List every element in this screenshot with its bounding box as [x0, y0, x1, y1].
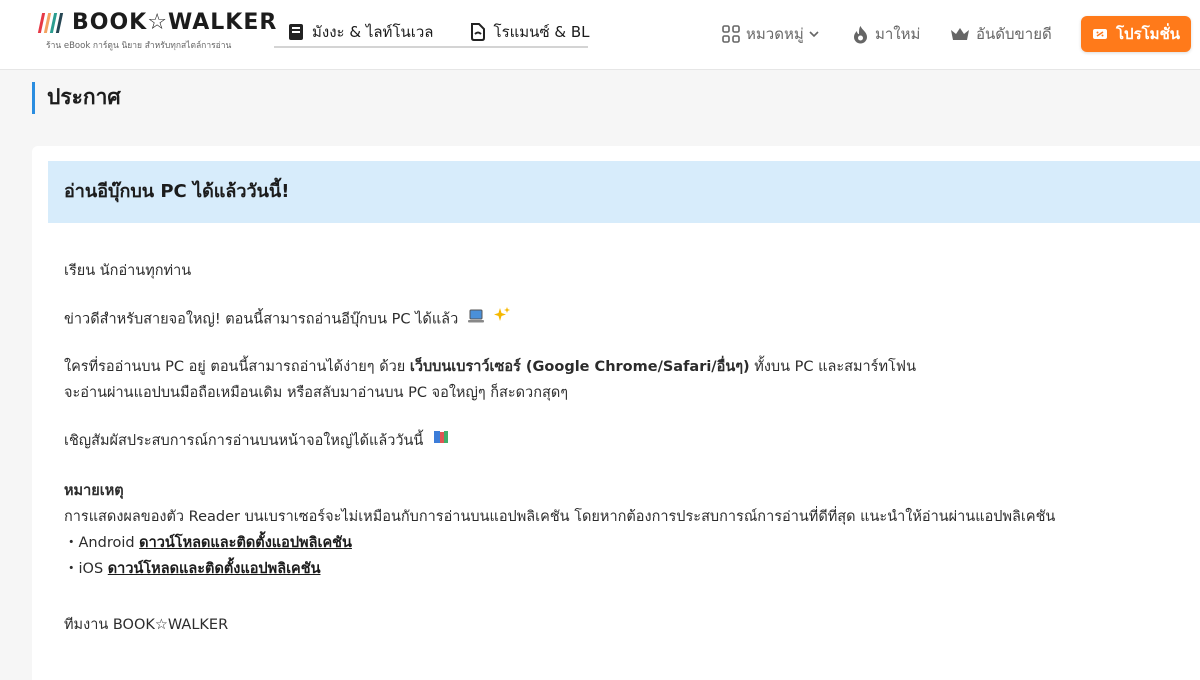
nav-label: อันดับขายดี: [976, 25, 1052, 43]
invite-text: เชิญสัมผัสประสบการณ์การอ่านบนหน้าจอใหญ่ไ…: [64, 433, 424, 449]
site-header: BOOK☆WALKER ร้าน eBook การ์ตูน นิยาย สำห…: [0, 0, 1200, 70]
android-line: ・Android ดาวน์โหลดและติดตั้งแอปพลิเคชัน: [64, 530, 1055, 556]
browser-paragraph-line-1: ใครที่รออ่านบน PC อยู่ ตอนนี้สามารถอ่านไ…: [64, 354, 916, 380]
announcement-title: อ่านอีบุ๊กบน PC ได้แล้ววันนี้!: [64, 181, 290, 202]
browser-text: ใครที่รออ่านบน PC อยู่ ตอนนี้สามารถอ่านไ…: [64, 359, 410, 375]
announcement-header: อ่านอีบุ๊กบน PC ได้แล้ววันนี้!: [48, 161, 1200, 223]
book-icon: [288, 23, 304, 41]
category-tabs: มังงะ & ไลท์โนเวล โรแมนซ์ & BL: [274, 18, 590, 48]
tab-manga-light-novel[interactable]: มังงะ & ไลท์โนเวล: [288, 18, 434, 46]
signature-text: ทีมงาน BOOK☆WALKER: [64, 617, 229, 633]
nav-ranking[interactable]: อันดับขายดี: [950, 22, 1052, 46]
note-title: หมายเหตุ: [64, 483, 124, 499]
laptop-emoji-icon: [467, 307, 485, 333]
intro-text: ข่าวดีสำหรับสายจอใหญ่! ตอนนี้สามารถอ่านอ…: [64, 311, 459, 328]
note-text: การแสดงผลของตัว Reader บนเบราเซอร์จะไม่เ…: [64, 509, 1056, 525]
announcement-card: อ่านอีบุ๊กบน PC ได้แล้ววันนี้! เรียน นัก…: [32, 146, 1200, 680]
logo-text: BOOK☆WALKER: [72, 10, 278, 35]
invite-paragraph: เชิญสัมผัสประสบการณ์การอ่านบนหน้าจอใหญ่ไ…: [64, 428, 450, 454]
nav-categories[interactable]: หมวดหมู่: [722, 22, 819, 46]
browser-paragraph-line-2: จะอ่านผ่านแอปบนมือถือเหมือนเดิม หรือสลับ…: [64, 385, 569, 401]
intro-paragraph: ข่าวดีสำหรับสายจอใหญ่! ตอนนี้สามารถอ่านอ…: [64, 306, 511, 332]
crown-icon: [950, 26, 970, 42]
tab-label: มังงะ & ไลท์โนเวล: [312, 23, 434, 41]
nav-label: มาใหม่: [875, 25, 921, 43]
tab-romance-bl[interactable]: โรแมนซ์ & BL: [470, 18, 590, 46]
ios-line: ・iOS ดาวน์โหลดและติดตั้งแอปพลิเคชัน: [64, 556, 1055, 582]
ticket-icon: [1092, 27, 1108, 41]
nav-new[interactable]: มาใหม่: [852, 22, 920, 46]
nav-label: หมวดหมู่: [746, 25, 804, 43]
android-label: ・Android: [64, 535, 140, 551]
romance-bookmark-icon: [470, 23, 486, 41]
greeting-text: เรียน นักอ่านทุกท่าน: [64, 263, 192, 279]
sparkles-emoji-icon: [493, 306, 511, 333]
chevron-down-icon: [809, 30, 819, 38]
tab-label: โรแมนซ์ & BL: [493, 23, 590, 41]
books-emoji-icon: [432, 428, 450, 454]
page-title: ประกาศ: [32, 82, 121, 114]
flame-icon: [852, 25, 869, 44]
browser-highlight: เว็บบนเบราว์เซอร์ (Google Chrome/Safari/…: [409, 359, 750, 375]
promotion-label: โปรโมชั่น: [1115, 25, 1180, 43]
ios-label: ・iOS: [64, 561, 108, 577]
promotion-button[interactable]: โปรโมชั่น: [1081, 16, 1191, 52]
android-download-link[interactable]: ดาวน์โหลดและติดตั้งแอปพลิเคชัน: [139, 535, 352, 551]
ios-download-link[interactable]: ดาวน์โหลดและติดตั้งแอปพลิเคชัน: [108, 561, 321, 577]
grid-icon: [722, 25, 740, 43]
site-logo[interactable]: BOOK☆WALKER ร้าน eBook การ์ตูน นิยาย สำห…: [37, 10, 278, 52]
logo-bars-icon: [37, 13, 64, 33]
browser-text-end: ทั้งบน PC และสมาร์ทโฟน: [749, 359, 916, 375]
logo-tagline: ร้าน eBook การ์ตูน นิยาย สำหรับทุกสไตล์ก…: [46, 41, 232, 51]
